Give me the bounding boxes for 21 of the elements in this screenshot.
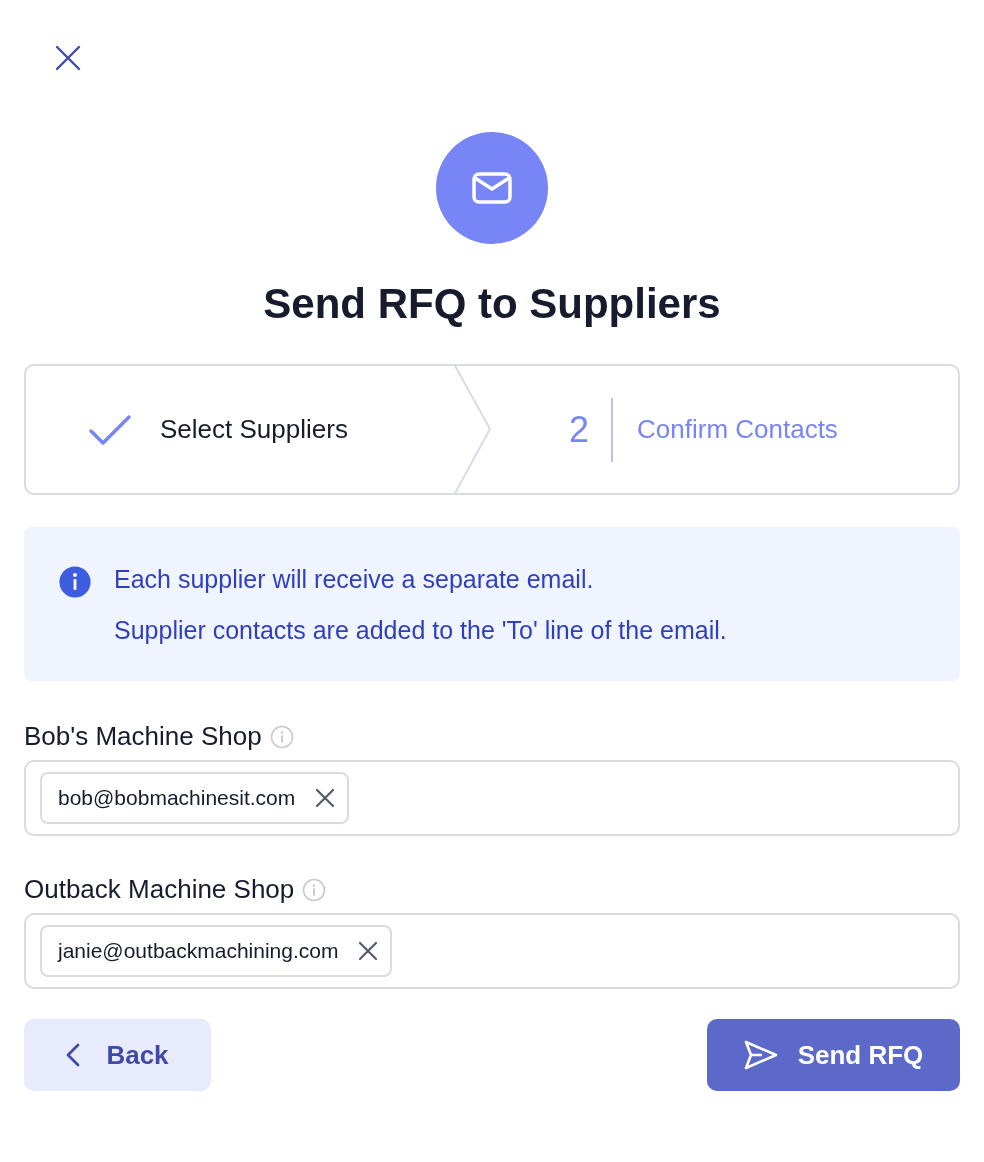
contact-email: bob@bobmachinesit.com <box>58 786 296 810</box>
notice-text: Each supplier will receive a separate email. <box>114 565 595 594</box>
supplier-label: Outback Machine Shop <box>24 874 295 905</box>
remove-button[interactable] <box>358 941 379 961</box>
step-label[interactable]: Select Suppliers <box>160 414 348 445</box>
envelope-icon <box>471 171 513 205</box>
info-icon <box>302 877 327 902</box>
info-icon <box>269 724 294 749</box>
send-button[interactable]: Send RFQ <box>707 1019 960 1091</box>
chevron-left-icon <box>66 1043 81 1067</box>
notice-text: Supplier contacts are added to the 'To' line of the email. <box>114 616 727 645</box>
dialog-title: Send RFQ to Suppliers <box>263 280 721 328</box>
contact-email: janie@outbackmachining.com <box>58 939 339 963</box>
back-button[interactable]: Back <box>24 1019 211 1091</box>
send-icon <box>743 1040 778 1070</box>
info-icon <box>58 565 92 599</box>
contacts-field[interactable]: bob@bobmachinesit.com <box>24 760 960 836</box>
step-number: 2 <box>569 397 614 462</box>
contacts-field[interactable]: janie@outbackmachining.com <box>24 913 960 989</box>
supplier-label: Bob's Machine Shop <box>24 721 262 752</box>
remove-button[interactable] <box>315 788 336 808</box>
